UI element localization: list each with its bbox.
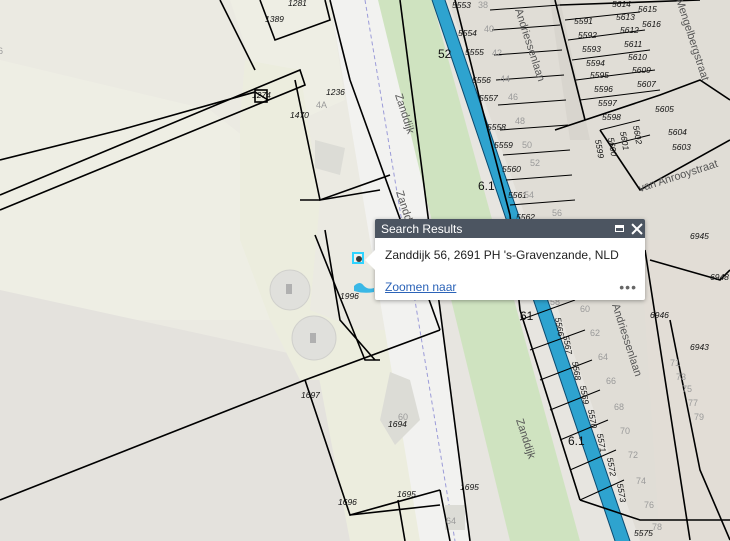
house-number: 40	[484, 24, 494, 34]
parcel-label: 6945	[690, 231, 709, 241]
house-number: 4A	[316, 100, 327, 110]
parcel-label: 5596	[594, 84, 613, 94]
parcel-label: 5609	[632, 65, 651, 75]
parcel-label: 5612	[620, 25, 639, 35]
popup-header: Search Results	[375, 219, 645, 238]
km-label: 6.1	[478, 179, 495, 193]
house-number: 52	[530, 158, 540, 168]
parcel-label: 5613	[616, 12, 635, 22]
parcel-label: 5575	[634, 528, 653, 538]
house-number: 50	[522, 140, 532, 150]
house-number: 44	[500, 74, 510, 84]
house-number: 64	[446, 516, 456, 526]
parcel-label: 1697	[301, 390, 320, 400]
parcel-label: 5604	[668, 127, 687, 137]
km-label: 61	[520, 309, 534, 323]
parcel-label: 5560	[502, 164, 521, 174]
parcel-label: 5591	[574, 16, 593, 26]
house-number: 66	[606, 376, 616, 386]
parcel-label: 5597	[598, 98, 617, 108]
parcel-label: 5553	[452, 0, 471, 10]
more-options-icon[interactable]: •••	[619, 280, 637, 294]
house-number: 6	[0, 46, 3, 56]
house-number: 60	[580, 304, 590, 314]
house-number: 48	[515, 116, 525, 126]
parcel-label: 1389	[265, 14, 284, 24]
parcel-label: 6943	[690, 342, 709, 352]
popup-title: Search Results	[381, 221, 463, 236]
house-number: 73	[676, 372, 686, 382]
parcel-label: 6946	[650, 310, 669, 320]
parcel-label: 5611	[624, 39, 643, 49]
maximize-icon	[615, 225, 624, 232]
parcel-label: 1281	[288, 0, 307, 8]
parcel-label: 1470	[290, 110, 309, 120]
house-number: 76	[644, 500, 654, 510]
house-number: 77	[688, 398, 698, 408]
parcel-label: 1695	[397, 489, 416, 499]
zoom-to-link[interactable]: Zoomen naar	[385, 280, 619, 294]
maximize-button[interactable]	[611, 219, 628, 238]
parcel-label: 5607	[637, 79, 656, 89]
close-button[interactable]	[628, 219, 645, 238]
parcel-label: 5592	[578, 30, 597, 40]
house-number: 54	[524, 190, 534, 200]
parcel-label: 5558	[487, 122, 506, 132]
house-number: 79	[694, 412, 704, 422]
km-label: 6.1	[568, 434, 585, 448]
parcel-label: 5555	[465, 47, 484, 57]
parcel-label: 5595	[590, 70, 609, 80]
close-icon	[631, 223, 643, 235]
house-number: 74	[636, 476, 646, 486]
parcel-label: 5594	[586, 58, 605, 68]
house-number: 78	[652, 522, 662, 532]
km-label: 52	[438, 47, 452, 61]
location-marker[interactable]	[352, 252, 364, 264]
parcel-label: 5557	[479, 93, 498, 103]
parcel-label: 5598	[602, 112, 621, 122]
parcel-label: 1996	[340, 291, 359, 301]
parcel-label: 6948	[710, 272, 729, 282]
house-number: 62	[590, 328, 600, 338]
house-number: 68	[614, 402, 624, 412]
house-number: 71	[670, 358, 680, 368]
parcel-label: 5615	[638, 4, 657, 14]
popup-pointer	[365, 250, 375, 270]
parcel-label: 5614	[612, 0, 631, 9]
house-number: 60	[398, 412, 408, 422]
house-number: 70	[620, 426, 630, 436]
map-view[interactable]: Zanddijk Zanddijk Zanddijk Andriessenlaa…	[0, 0, 730, 541]
parcel-label: 1236	[326, 87, 345, 97]
parcel-label: 1695	[460, 482, 479, 492]
parcel-label: 5559	[494, 140, 513, 150]
house-number: 75	[682, 384, 692, 394]
address-text: Zanddijk 56, 2691 PH 's-Gravenzande, NLD	[385, 248, 619, 262]
parcel-label: 5605	[655, 104, 674, 114]
house-number: 64	[598, 352, 608, 362]
parcel-label: 5603	[672, 142, 691, 152]
house-number: 42	[492, 48, 502, 58]
house-number: 46	[508, 92, 518, 102]
parcel-label: 5556	[472, 75, 491, 85]
parcel-label: 1274	[252, 90, 271, 100]
parcel-label: 5593	[582, 44, 601, 54]
house-number: 72	[628, 450, 638, 460]
parcel-label: 5554	[458, 28, 477, 38]
parcel-label: 1696	[338, 497, 357, 507]
parcel-label: 5616	[642, 19, 661, 29]
popup-footer: Zoomen naar •••	[385, 280, 637, 294]
popup-content: Zanddijk 56, 2691 PH 's-Gravenzande, NLD	[375, 238, 645, 262]
house-number: 56	[552, 208, 562, 218]
house-number: 38	[478, 0, 488, 10]
parcel-label: 5610	[628, 52, 647, 62]
marker-dot	[356, 256, 362, 262]
search-results-popup: Search Results Zanddijk 56, 2691 PH 's-G…	[365, 219, 645, 300]
